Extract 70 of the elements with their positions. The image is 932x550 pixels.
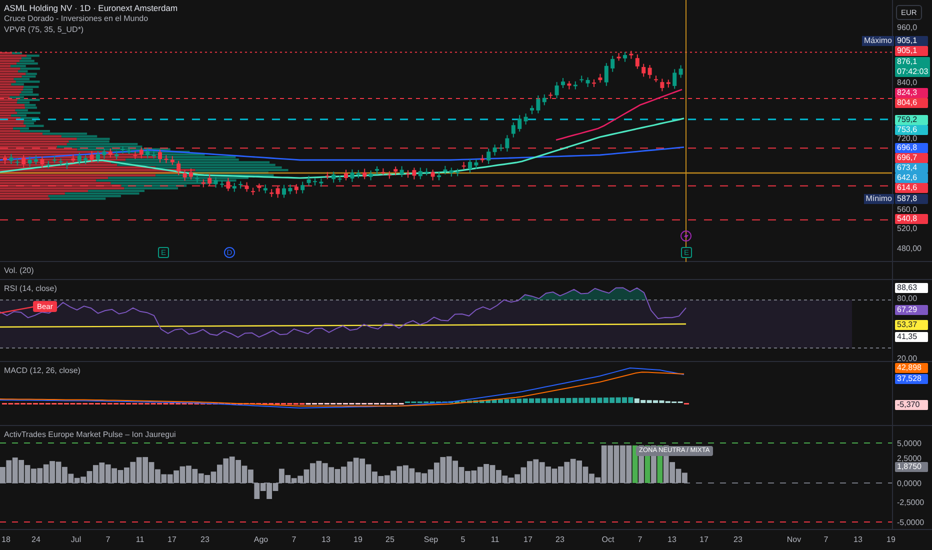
time-tick-label: 13 (322, 535, 330, 545)
price-label: 41,35 (895, 332, 928, 342)
price-label: 824,3 (895, 88, 928, 98)
price-label: 876,1 07:42:03 (895, 57, 930, 77)
axis-tick-label: -2,5000 (897, 498, 924, 507)
axis-tick-label: 960,0 (897, 23, 918, 32)
time-tick-label: 23 (200, 535, 210, 545)
time-tick-label: 17 (168, 535, 176, 545)
time-tick-label: 7 (638, 535, 642, 545)
price-label: 67,29 (895, 305, 928, 315)
time-tick-label: 18 (2, 535, 10, 545)
price-label: 88,63 (895, 283, 928, 293)
axis-tick-label: 80,00 (897, 294, 918, 303)
time-tick-label: 7 (292, 535, 296, 545)
price-label: 1,8750 (895, 462, 928, 472)
price-extreme-label: Máximo (862, 36, 894, 46)
axis-tick-label: 520,0 (897, 224, 918, 233)
axis-tick-label: 480,00 (897, 244, 922, 253)
price-label: 696,8 (895, 143, 928, 153)
time-tick-label: 11 (136, 535, 144, 545)
price-label: 42,898 (895, 363, 928, 373)
price-label: 759,2 (895, 115, 928, 125)
time-tick-label: 17 (524, 535, 532, 545)
time-tick-label: Nov (786, 535, 802, 545)
time-tick-label: 17 (700, 535, 708, 545)
time-tick-label: 5 (460, 535, 466, 545)
price-label: 587,8 (895, 194, 928, 204)
indicator-legend: VPVR (75, 35, 5_UD*) (4, 25, 178, 35)
price-label: 540,8 (895, 214, 928, 224)
axis-tick-label: 2,5000 (897, 454, 922, 463)
time-tick-label: 7 (106, 535, 110, 545)
time-tick-label: 19 (886, 535, 896, 545)
price-label: 905,1 (895, 36, 928, 46)
price-extreme-label: Mínimo (864, 194, 894, 204)
axis-tick-label: 0,0000 (897, 479, 922, 488)
axis-tick-label: 560,0 (897, 205, 918, 214)
time-tick-label: 13 (854, 535, 862, 545)
axis-tick-label: 20,00 (897, 354, 918, 363)
time-tick-label: 25 (386, 535, 394, 545)
price-label: 753,6 (895, 125, 928, 135)
panel-title: MACD (12, 26, close) (4, 366, 80, 376)
price-label: 696,7 (895, 153, 928, 163)
price-label: 53,37 (895, 320, 928, 330)
price-label: 804,6 (895, 98, 928, 108)
time-tick-label: 19 (354, 535, 362, 545)
price-label: 614,6 (895, 183, 928, 193)
time-tick-label: 23 (556, 535, 564, 545)
time-tick-label: 23 (734, 535, 742, 545)
time-tick-label: 24 (32, 535, 40, 545)
indicator-legend: Cruce Dorado - Inversiones en el Mundo (4, 14, 178, 24)
panel-title: Vol. (20) (4, 266, 34, 276)
axis-tick-label: 840,0 (897, 78, 918, 87)
price-label: 905,1 (895, 46, 928, 56)
symbol-title: ASML Holding NV · 1D · Euronext Amsterdam (4, 3, 178, 13)
panel-title: RSI (14, close) (4, 284, 57, 294)
axis-tick-label: 5,0000 (897, 439, 922, 448)
axis-tick-label: 720,0 (897, 134, 918, 143)
time-tick-label: Oct (602, 535, 614, 545)
panel-title: ActivTrades Europe Market Pulse – Ion Jauregui (4, 430, 176, 440)
time-tick-label: 11 (490, 535, 500, 545)
time-tick-label: Ago (254, 535, 268, 545)
price-label: 37,528 (895, 374, 928, 384)
price-label: 673,4 (895, 163, 928, 173)
axis-tick-label: -5,0000 (897, 518, 924, 527)
time-tick-label: 13 (668, 535, 676, 545)
time-tick-label: Jul (70, 535, 82, 545)
time-tick-label: Sep (424, 535, 438, 545)
price-label: 642,6 (895, 173, 928, 183)
time-tick-label: 7 (824, 535, 828, 545)
price-label: -5,370 (895, 400, 928, 410)
